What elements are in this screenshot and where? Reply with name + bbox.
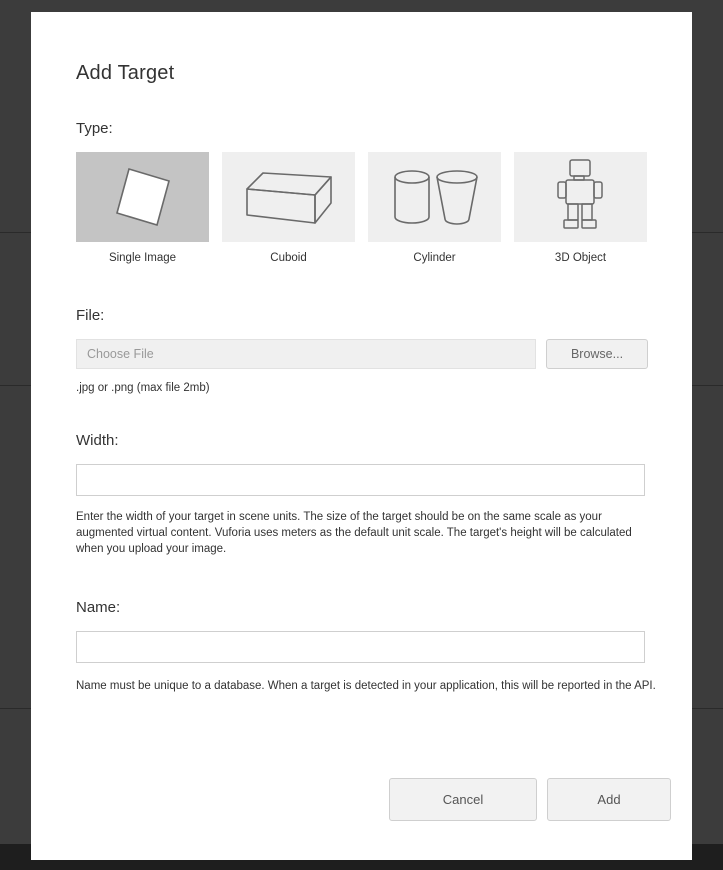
width-hint: Enter the width of your target in scene … <box>76 511 632 555</box>
type-tile <box>222 152 355 242</box>
backdrop-divider <box>692 232 723 233</box>
dialog-title: Add Target <box>76 62 175 84</box>
add-button[interactable]: Add <box>547 778 671 821</box>
file-label: File: <box>76 307 105 324</box>
width-input[interactable] <box>76 464 645 496</box>
backdrop-divider <box>0 708 31 709</box>
type-label-cuboid: Cuboid <box>270 252 307 264</box>
single-image-icon <box>115 167 170 227</box>
width-label: Width: <box>76 432 119 449</box>
type-option-3d-object[interactable]: 3D Object <box>514 152 647 272</box>
target-type-selector: Single Image Cuboid Cylinder 3D Object <box>76 152 666 272</box>
type-option-single-image[interactable]: Single Image <box>76 152 209 272</box>
add-target-dialog: Add Target Type: Single Image Cuboid Cyl… <box>31 12 692 860</box>
file-path-field[interactable]: Choose File <box>76 339 536 369</box>
type-option-cuboid[interactable]: Cuboid <box>222 152 355 272</box>
backdrop-divider <box>692 385 723 386</box>
robot-3d-object-icon <box>556 159 603 229</box>
backdrop-divider <box>0 385 31 386</box>
type-label-single-image: Single Image <box>108 252 177 264</box>
name-input[interactable] <box>76 631 645 663</box>
type-tile <box>368 152 501 242</box>
cancel-button[interactable]: Cancel <box>389 778 537 821</box>
name-hint: Name must be unique to a database. When … <box>76 680 656 692</box>
type-tile <box>76 152 209 242</box>
browse-button[interactable]: Browse... <box>546 339 648 369</box>
type-label-cylinder: Cylinder <box>413 252 456 264</box>
cuboid-icon <box>245 172 332 224</box>
type-option-cylinder[interactable]: Cylinder <box>368 152 501 272</box>
backdrop-divider <box>0 232 31 233</box>
file-hint: .jpg or .png (max file 2mb) <box>76 382 210 394</box>
backdrop-divider <box>692 708 723 709</box>
type-label: Type: <box>76 120 113 137</box>
name-label: Name: <box>76 599 121 616</box>
type-tile <box>514 152 647 242</box>
type-label-3d-object: 3D Object <box>554 252 607 264</box>
cylinder-icon <box>393 170 478 225</box>
